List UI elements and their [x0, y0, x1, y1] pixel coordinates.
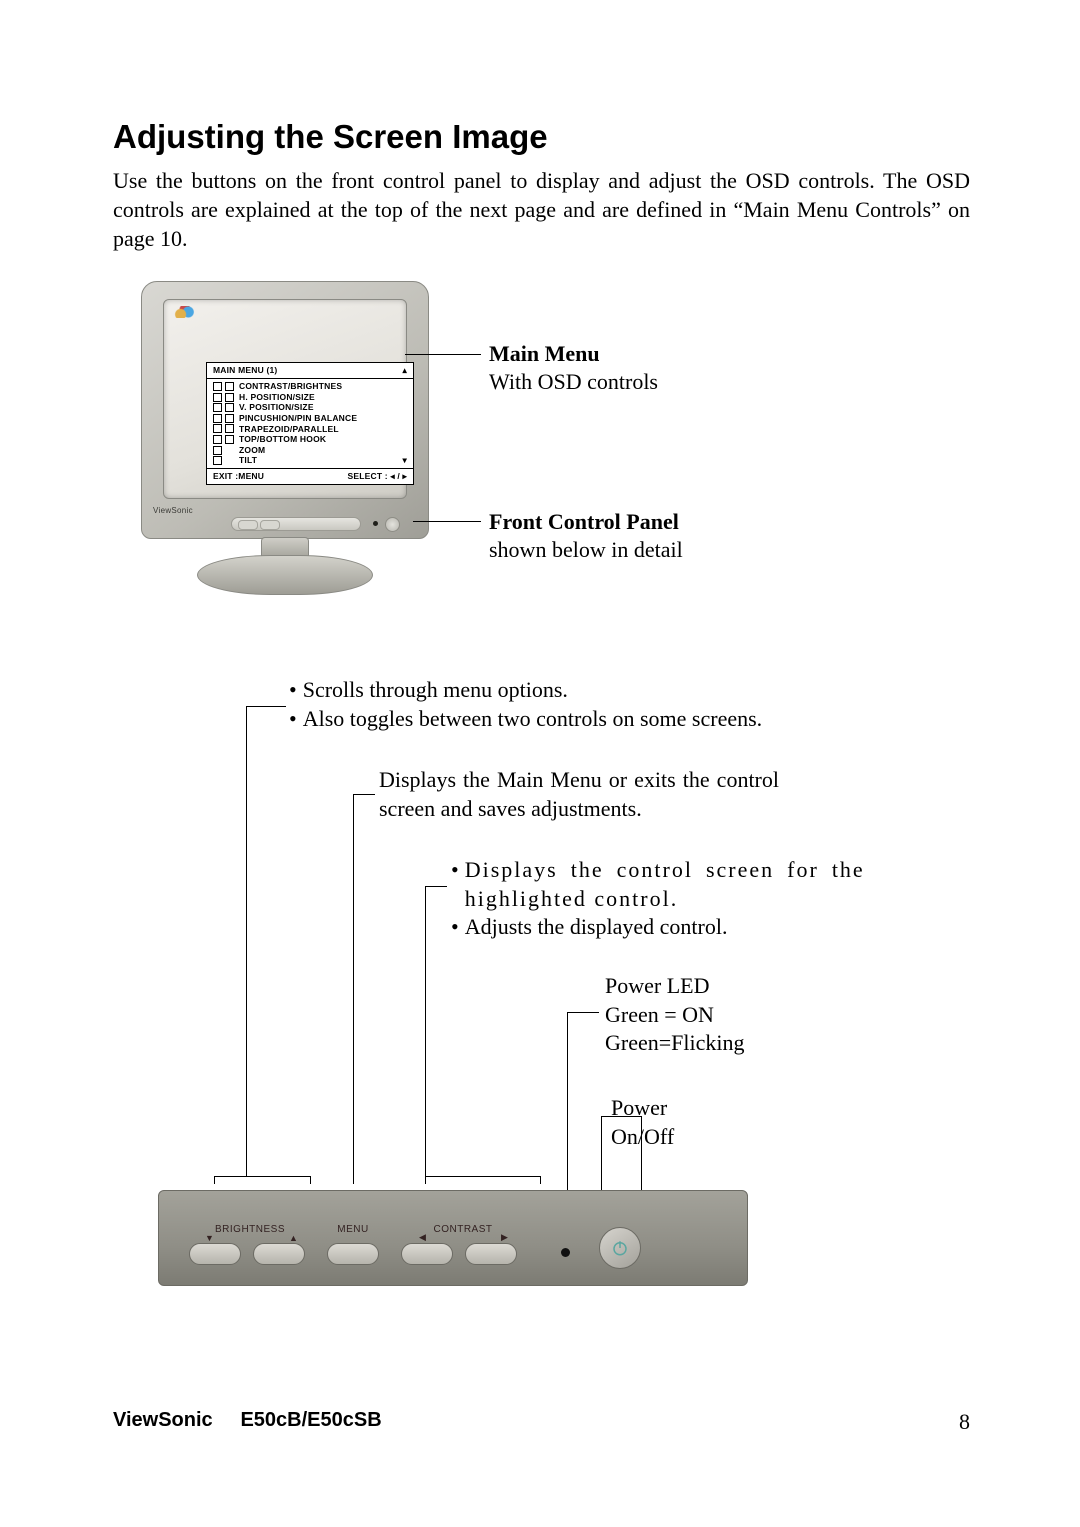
brightness-up-button[interactable]: [253, 1243, 305, 1265]
callout-title: Front Control Panel: [489, 509, 683, 535]
page-number: 8: [959, 1409, 970, 1435]
osd-item: TILT: [239, 455, 257, 466]
text: On/Off: [611, 1123, 731, 1152]
monitor-screen: MAIN MENU (1) ▴ CONTRAST/BRIGHTNES H. PO…: [163, 299, 407, 499]
leader-line: [567, 1012, 599, 1013]
osd-item: TRAPEZOID/PARALLEL: [239, 424, 339, 435]
scroll-description: •Scrolls through menu options. •Also tog…: [289, 676, 809, 733]
footer-brand: ViewSonic: [113, 1409, 213, 1431]
osd-item: H. POSITION/SIZE: [239, 392, 315, 403]
osd-scroll-down-icon: ▾: [403, 455, 407, 466]
left-arrow-icon: ◀: [419, 1232, 426, 1243]
leader-line: [425, 886, 426, 1176]
leader-line: [246, 706, 247, 1176]
text: Displays the control screen for the high…: [465, 856, 865, 913]
page-heading: Adjusting the Screen Image: [113, 118, 970, 156]
osd-item: ZOOM: [239, 445, 265, 456]
monitor-power-icon: [385, 517, 400, 532]
monitor-front-panel: [231, 517, 361, 531]
monitor-brand-label: ViewSonic: [153, 506, 193, 515]
leader-line: [641, 1116, 642, 1198]
leader-line: [425, 1176, 540, 1177]
page-footer: ViewSonic E50cB/E50cSB 8: [113, 1409, 970, 1435]
leader-line: [601, 1116, 602, 1198]
leader-line: [567, 1012, 568, 1196]
power-description: Power On/Off: [611, 1094, 731, 1151]
contrast-description: •Displays the control screen for the hig…: [451, 856, 876, 942]
power-icon: [611, 1239, 629, 1257]
leader-line: [214, 1176, 310, 1177]
leader-line: [405, 354, 481, 355]
callout-main-menu: Main Menu With OSD controls: [489, 341, 658, 395]
front-panel-diagram: •Scrolls through menu options. •Also tog…: [113, 676, 970, 1286]
led-description: Power LED Green = ON Green=Flicking: [605, 972, 805, 1058]
leader-line: [601, 1116, 641, 1117]
contrast-left-button[interactable]: [401, 1243, 453, 1265]
monitor-figure: MAIN MENU (1) ▴ CONTRAST/BRIGHTNES H. PO…: [141, 281, 970, 666]
leader-line: [353, 794, 375, 795]
front-panel-bar: BRIGHTNESS MENU CONTRAST ▼ ▲ ◀ ▶: [158, 1190, 748, 1286]
osd-item: V. POSITION/SIZE: [239, 402, 314, 413]
text: Scrolls through menu options.: [303, 676, 568, 705]
osd-item: PINCUSHION/PIN BALANCE: [239, 413, 357, 424]
osd-items: CONTRAST/BRIGHTNES H. POSITION/SIZE V. P…: [207, 379, 413, 468]
text: Power: [611, 1094, 731, 1123]
leader-line: [246, 706, 286, 707]
text: Adjusts the displayed control.: [465, 913, 728, 942]
callout-title: Main Menu: [489, 341, 658, 367]
crt-monitor: MAIN MENU (1) ▴ CONTRAST/BRIGHTNES H. PO…: [141, 281, 429, 601]
callout-subtext: shown below in detail: [489, 537, 683, 563]
brightness-label: BRIGHTNESS: [215, 1224, 279, 1235]
menu-button[interactable]: [327, 1243, 379, 1265]
text: Green=Flicking: [605, 1029, 805, 1058]
leader-line: [425, 886, 447, 887]
leader-line: [353, 794, 354, 1184]
text: Also toggles between two controls on som…: [303, 705, 762, 734]
power-led-icon: [561, 1248, 570, 1257]
text: Green = ON: [605, 1001, 805, 1030]
brightness-down-button[interactable]: [189, 1243, 241, 1265]
text: Displays the Main Menu or exits the cont…: [379, 767, 779, 821]
power-button[interactable]: [599, 1227, 641, 1269]
callout-front-panel: Front Control Panel shown below in detai…: [489, 509, 683, 563]
osd-title: MAIN MENU (1): [213, 365, 277, 376]
osd-item: CONTRAST/BRIGHTNES: [239, 381, 342, 392]
osd-item: TOP/BOTTOM HOOK: [239, 434, 326, 445]
osd-window: MAIN MENU (1) ▴ CONTRAST/BRIGHTNES H. PO…: [206, 362, 414, 485]
contrast-label: CONTRAST: [431, 1224, 495, 1235]
footer-model: E50cB/E50cSB: [240, 1409, 381, 1431]
viewsonic-birds-icon: [174, 306, 196, 318]
up-arrow-icon: ▲: [289, 1233, 298, 1243]
intro-paragraph: Use the buttons on the front control pan…: [113, 166, 970, 253]
menu-description: Displays the Main Menu or exits the cont…: [379, 766, 779, 823]
callout-subtext: With OSD controls: [489, 369, 658, 395]
down-arrow-icon: ▼: [205, 1233, 214, 1243]
monitor-base: [197, 537, 373, 595]
text: Power LED: [605, 972, 805, 1001]
osd-scroll-up-icon: ▴: [403, 365, 407, 376]
osd-exit-label: EXIT :MENU: [213, 471, 264, 482]
leader-line: [413, 521, 481, 522]
right-arrow-icon: ▶: [501, 1232, 508, 1243]
contrast-right-button[interactable]: [465, 1243, 517, 1265]
osd-select-label: SELECT : ◂ / ▸: [347, 471, 407, 482]
menu-label: MENU: [321, 1224, 385, 1235]
